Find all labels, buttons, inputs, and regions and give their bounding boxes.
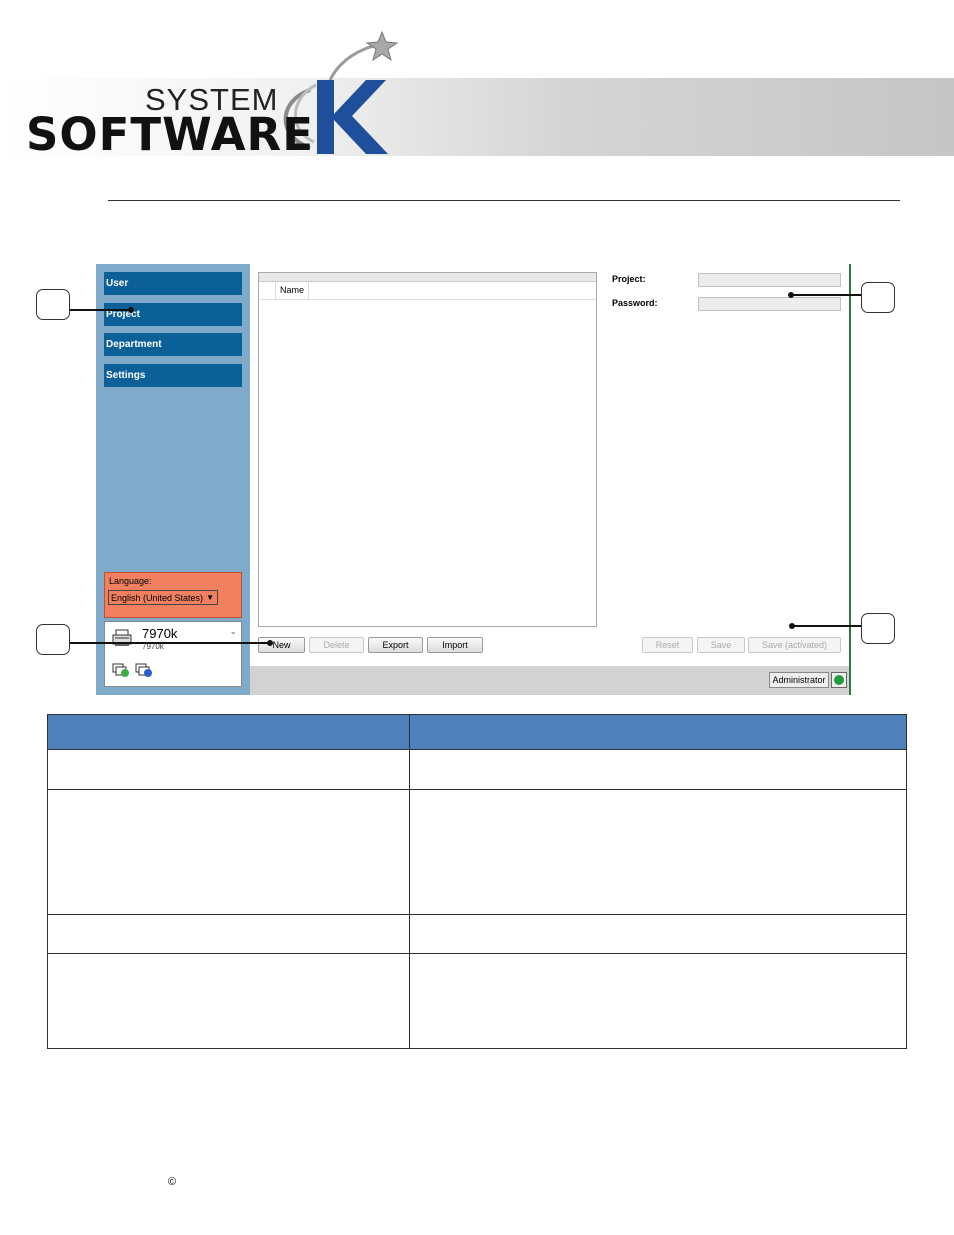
sidebar-item-user[interactable]: User	[104, 272, 242, 295]
table-row	[47, 749, 907, 790]
language-panel: Language: English (United States) ▼	[104, 572, 242, 618]
table-cell	[409, 789, 907, 915]
callout-4-leader	[793, 625, 861, 627]
copyright-symbol: ©	[168, 1176, 177, 1188]
column-header-name[interactable]: Name	[275, 281, 309, 299]
user-badge[interactable]: Administrator	[769, 672, 829, 688]
reset-button[interactable]: Reset	[642, 637, 693, 653]
password-field[interactable]	[698, 297, 841, 311]
export-button[interactable]: Export	[368, 637, 423, 653]
status-bar: Administrator	[250, 666, 849, 695]
table-cell	[47, 914, 410, 954]
table-cell	[47, 789, 410, 915]
table-header-cell	[409, 714, 907, 750]
table-header-cell	[47, 714, 410, 750]
table-header-row	[47, 714, 907, 750]
logo-software-text: SOFTWARE	[26, 108, 314, 161]
save-activated-button[interactable]: Save (activated)	[748, 637, 841, 653]
callout-3	[861, 282, 895, 313]
save-button[interactable]: Save	[697, 637, 745, 653]
new-button[interactable]: New	[258, 637, 305, 653]
device-edit-icon[interactable]	[135, 662, 153, 678]
sidebar: User Project Department Settings Languag…	[96, 264, 250, 695]
device-name: 7970k	[142, 626, 178, 641]
table-cell	[47, 953, 410, 1049]
status-indicator-icon	[831, 672, 847, 688]
project-label: Project:	[612, 274, 646, 284]
printer-icon	[112, 629, 132, 646]
callout-1-dot	[128, 307, 134, 313]
table-cell	[409, 749, 907, 790]
language-select[interactable]: English (United States) ▼	[108, 590, 218, 605]
reference-table	[47, 714, 907, 1049]
callout-3-dot	[788, 292, 794, 298]
sidebar-item-project[interactable]: Project	[104, 303, 242, 326]
language-label: Language:	[109, 576, 152, 586]
password-label: Password:	[612, 298, 658, 308]
project-field[interactable]	[698, 273, 841, 287]
project-list[interactable]: Name	[258, 272, 597, 627]
device-connect-icon[interactable]	[112, 662, 130, 678]
list-header: Name	[259, 281, 596, 300]
callout-4-dot	[789, 623, 795, 629]
dropdown-arrow-icon: ▼	[206, 593, 214, 602]
table-row	[47, 789, 907, 915]
table-cell	[409, 953, 907, 1049]
header-rule	[108, 200, 900, 201]
delete-button[interactable]: Delete	[309, 637, 364, 653]
callout-3-leader	[792, 294, 861, 296]
callout-2-leader	[70, 642, 270, 644]
language-value: English (United States)	[111, 593, 204, 603]
import-button[interactable]: Import	[427, 637, 483, 653]
callout-2-dot	[267, 640, 273, 646]
table-cell	[409, 914, 907, 954]
table-row	[47, 953, 907, 1049]
callout-2	[36, 624, 70, 655]
callout-1	[36, 289, 70, 320]
device-panel[interactable]: 7970k 7970k ⌄	[104, 621, 242, 687]
table-row	[47, 914, 907, 954]
sidebar-item-settings[interactable]: Settings	[104, 364, 242, 387]
app-window: User Project Department Settings Languag…	[96, 264, 851, 695]
chevron-down-icon[interactable]: ⌄	[229, 626, 237, 637]
callout-1-leader	[70, 309, 131, 311]
main-panel: Name New Delete Export Import Project: P…	[250, 264, 849, 666]
callout-4	[861, 613, 895, 644]
sidebar-item-department[interactable]: Department	[104, 333, 242, 356]
table-cell	[47, 749, 410, 790]
